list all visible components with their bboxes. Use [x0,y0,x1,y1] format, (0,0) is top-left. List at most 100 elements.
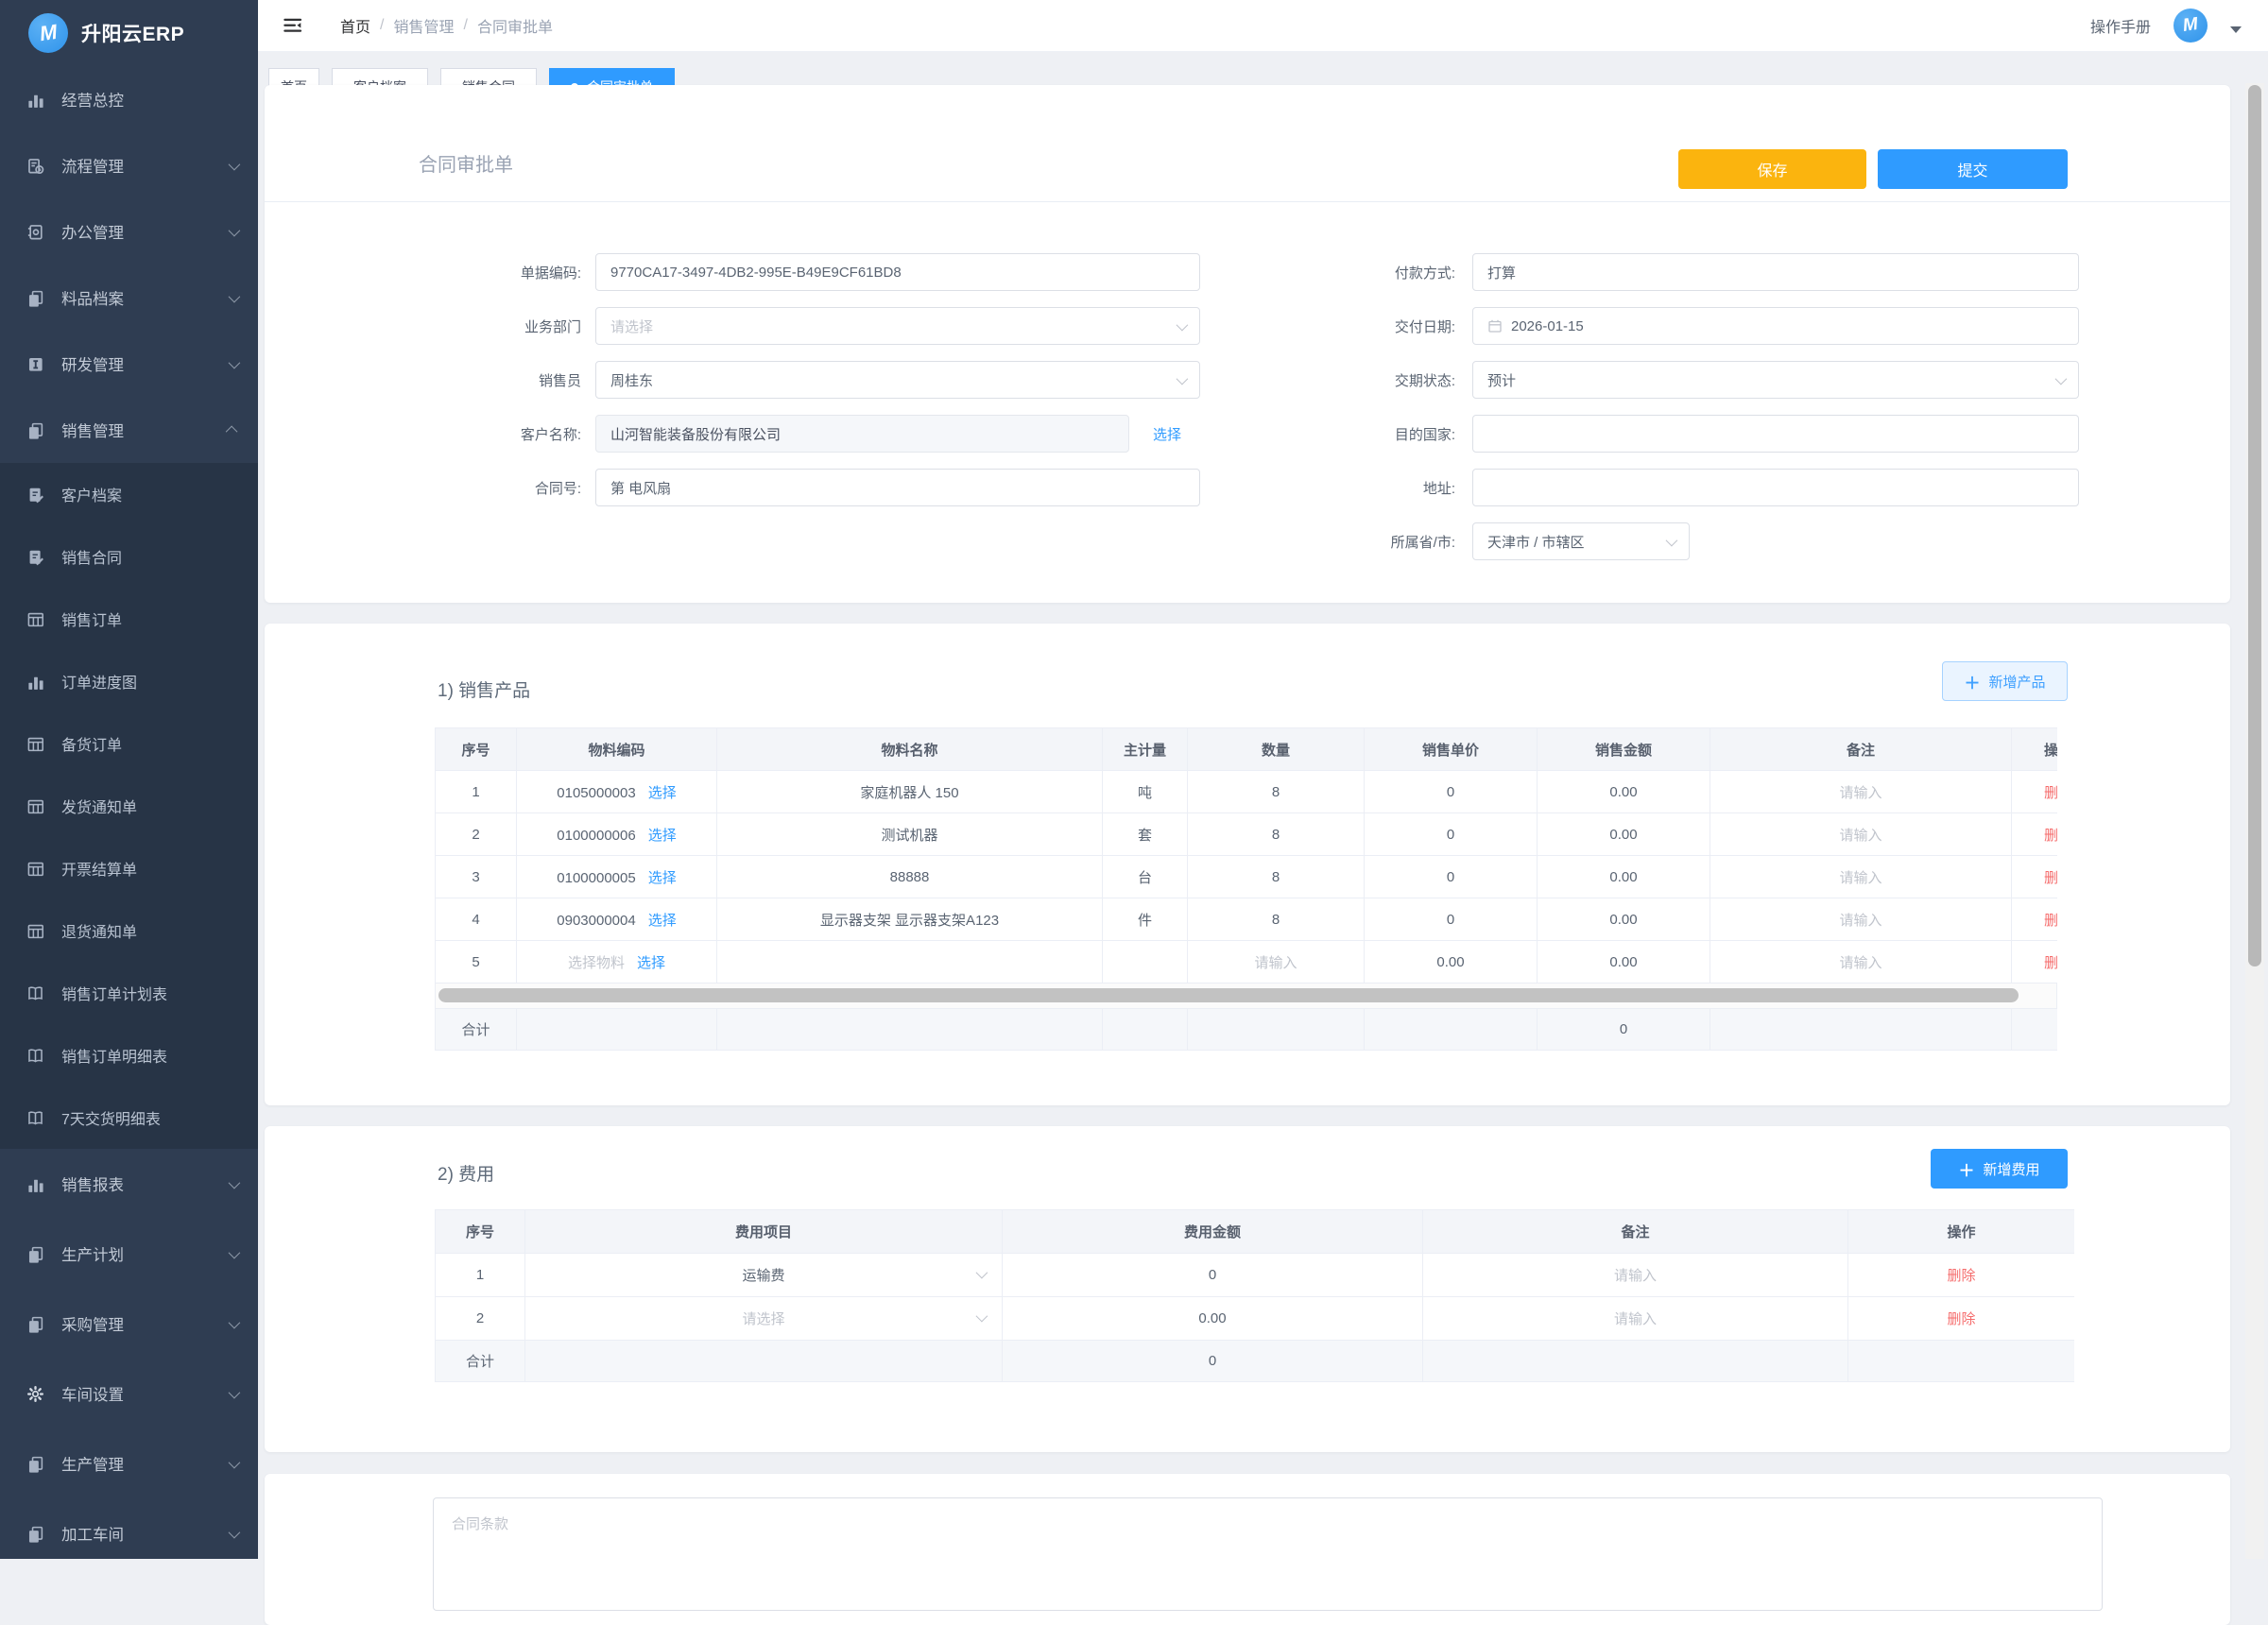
user-menu-caret-icon[interactable] [2230,26,2242,33]
vertical-scrollbar-thumb[interactable] [2248,85,2261,966]
sidebar-item-label: 客户档案 [61,483,122,505]
breadcrumb-level1[interactable]: 销售管理 [393,14,454,37]
sidebar-item-label: 发货通知单 [61,795,137,817]
remark-cell[interactable]: 请输入 [1710,813,2012,856]
remark-cell[interactable]: 请输入 [1710,941,2012,984]
total-label: 合计 [436,1341,525,1382]
remark-cell[interactable]: 请输入 [1423,1254,1848,1297]
sidebar-item-operations-dashboard[interactable]: 经营总控 [0,66,258,132]
sidebar-nav: 经营总控 流程管理 办公管理 料品档案 研发管理 销售管理 [0,66,258,1559]
sales-products-card: 1) 销售产品 ＋新增产品 序号 物料编码 物料名称 主计量 数量 销售单价 销… [265,624,2230,1105]
sidebar-item-process-mgmt[interactable]: 流程管理 [0,132,258,198]
price-cell[interactable]: 0 [1365,856,1538,898]
delivery-status-select[interactable]: 预计 [1472,361,2079,399]
sidebar-item-stock-order[interactable]: 备货订单 [0,712,258,775]
material-select-link[interactable]: 选择 [648,785,677,801]
sidebar-item-label: 备货订单 [61,732,122,755]
payment-method-input[interactable]: 打算 [1472,253,2079,291]
material-select-link[interactable]: 选择 [648,870,677,886]
fee-item-select[interactable]: 运输费 [525,1254,1003,1297]
qty-cell[interactable]: 8 [1188,856,1365,898]
sidebar-item-sales-order-detail[interactable]: 销售订单明细表 [0,1024,258,1086]
material-select-link[interactable]: 选择 [637,955,665,971]
destination-country-input[interactable] [1472,415,2079,453]
qty-cell[interactable]: 请输入 [1188,941,1365,984]
contract-no-input[interactable]: 第 电风扇 [595,469,1200,506]
sidebar-item-order-progress[interactable]: 订单进度图 [0,650,258,712]
sidebar-item-customer-archive[interactable]: 客户档案 [0,463,258,525]
submit-button[interactable]: 提交 [1878,149,2068,189]
remark-cell[interactable]: 请输入 [1423,1297,1848,1341]
delete-row-link[interactable]: 删除 [2044,785,2057,801]
add-fee-button[interactable]: ＋新增费用 [1931,1149,2068,1189]
chevron-down-icon [229,1456,241,1468]
grid-icon [26,610,44,628]
delivery-date-input[interactable]: 2026-01-15 [1472,307,2079,345]
delete-row-link[interactable]: 删除 [2044,828,2057,844]
contract-terms-textarea[interactable]: 合同条款 [433,1497,2103,1611]
remark-cell[interactable]: 请输入 [1710,771,2012,813]
price-cell[interactable]: 0 [1365,771,1538,813]
sidebar-item-workshop-settings[interactable]: 车间设置 [0,1359,258,1428]
sidebar-item-shipping-notice[interactable]: 发货通知单 [0,775,258,837]
qty-cell[interactable]: 8 [1188,771,1365,813]
sidebar-item-sales-order[interactable]: 销售订单 [0,588,258,650]
manual-link[interactable]: 操作手册 [2090,14,2151,37]
business-dept-label: 业务部门 [373,316,581,336]
products-total-row: 合计 0 [436,1009,2058,1051]
grid-icon [26,860,44,878]
price-cell[interactable]: 0 [1365,898,1538,941]
user-avatar[interactable]: M [2174,9,2208,43]
add-product-button[interactable]: ＋新增产品 [1942,661,2068,701]
breadcrumb-home[interactable]: 首页 [340,14,370,37]
material-placeholder[interactable]: 选择物料 [568,955,625,971]
products-amount-total: 0 [1538,1009,1710,1051]
price-cell[interactable]: 0.00 [1365,941,1538,984]
sidebar-item-label: 销售订单明细表 [61,1044,167,1067]
sidebar-item-production-plan[interactable]: 生产计划 [0,1219,258,1289]
sidebar-item-rd-mgmt[interactable]: 研发管理 [0,331,258,397]
customer-select-link[interactable]: 选择 [1153,424,1181,444]
delete-row-link[interactable]: 删除 [1947,1268,1975,1284]
sidebar-item-sales-order-plan[interactable]: 销售订单计划表 [0,962,258,1024]
qty-cell[interactable]: 8 [1188,813,1365,856]
province-city-select[interactable]: 天津市 / 市辖区 [1472,522,1690,560]
sidebar-item-processing-workshop[interactable]: 加工车间 [0,1498,258,1559]
delete-row-link[interactable]: 删除 [2044,955,2057,971]
collapse-sidebar-icon[interactable] [282,15,304,36]
sidebar: M 升阳云ERP 经营总控 流程管理 办公管理 料品档案 研发管理 [0,0,258,1559]
sidebar-item-invoice-settlement[interactable]: 开票结算单 [0,837,258,899]
fee-amount-cell[interactable]: 0 [1003,1254,1423,1297]
qty-cell[interactable]: 8 [1188,898,1365,941]
sidebar-item-purchase-mgmt[interactable]: 采购管理 [0,1289,258,1359]
fees-amount-total: 0 [1003,1341,1423,1382]
fee-item-select[interactable]: 请选择 [525,1297,1003,1341]
sidebar-item-material-archive[interactable]: 料品档案 [0,265,258,331]
sidebar-item-delivery-7day[interactable]: 7天交货明细表 [0,1086,258,1149]
business-dept-select[interactable]: 请选择 [595,307,1200,345]
address-input[interactable] [1472,469,2079,506]
chevron-down-icon [976,1266,988,1278]
sidebar-item-sales-contract[interactable]: 销售合同 [0,525,258,588]
material-select-link[interactable]: 选择 [648,913,677,929]
material-select-link[interactable]: 选择 [648,828,677,844]
sidebar-item-production-mgmt[interactable]: 生产管理 [0,1428,258,1498]
sidebar-item-return-notice[interactable]: 退货通知单 [0,899,258,962]
remark-cell[interactable]: 请输入 [1710,856,2012,898]
remark-cell[interactable]: 请输入 [1710,898,2012,941]
delete-row-link[interactable]: 删除 [2044,870,2057,886]
salesperson-select[interactable]: 周桂东 [595,361,1200,399]
horizontal-scrollbar-thumb[interactable] [438,988,2019,1002]
sidebar-item-office-mgmt[interactable]: 办公管理 [0,198,258,265]
delivery-status-label: 交期状态: [1247,370,1455,390]
fees-section-title: 2) 费用 [438,1160,494,1186]
save-button[interactable]: 保存 [1678,149,1866,189]
sidebar-item-sales-mgmt[interactable]: 销售管理 [0,397,258,463]
sidebar-item-sales-report[interactable]: 销售报表 [0,1149,258,1219]
delete-row-link[interactable]: 删除 [2044,913,2057,929]
delete-row-link[interactable]: 删除 [1947,1311,1975,1327]
doc-code-input[interactable]: 9770CA17-3497-4DB2-995E-B49E9CF61BD8 [595,253,1200,291]
fee-amount-cell[interactable]: 0.00 [1003,1297,1423,1341]
price-cell[interactable]: 0 [1365,813,1538,856]
destination-country-label: 目的国家: [1247,424,1455,444]
